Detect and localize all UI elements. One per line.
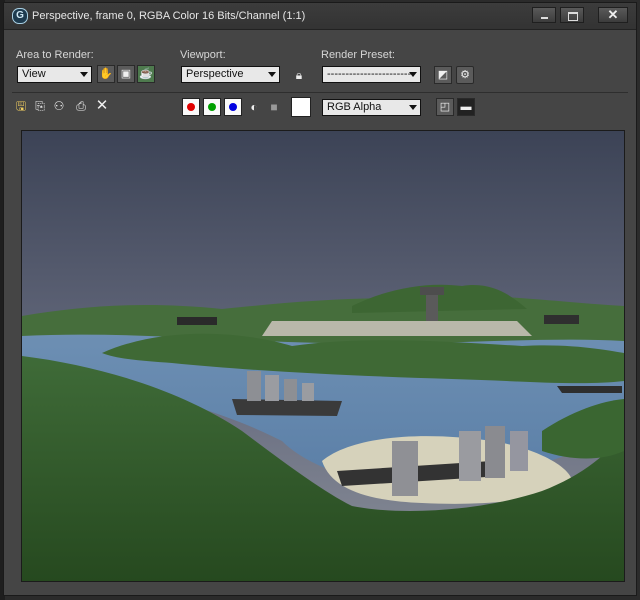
gear-icon: ⚙ [460, 69, 470, 81]
copy-image-button[interactable]: ⎘ [32, 98, 48, 114]
control-tower [426, 291, 438, 321]
clear-button[interactable]: ✕ [94, 98, 110, 114]
chevron-down-icon [80, 72, 88, 77]
app-logo-icon: G [12, 8, 28, 24]
blue-dot-icon [229, 103, 237, 111]
copy-icon: ⎘ [35, 99, 45, 113]
clear-x-icon: ✕ [95, 97, 109, 114]
clone-icon: ⚇ [53, 99, 65, 113]
ship-left [232, 399, 342, 416]
render-region-button[interactable]: ☕ [137, 65, 155, 83]
lock-viewport-button[interactable]: 🔒︎ [291, 67, 307, 83]
alpha-channel-button[interactable]: ◐ [246, 99, 262, 115]
maximize-button[interactable] [560, 7, 584, 23]
hand-icon: ✋ [99, 68, 113, 80]
rendered-scene [22, 131, 624, 581]
ship-right [557, 386, 622, 393]
ship-left-tower-2 [265, 375, 279, 401]
chevron-down-icon [409, 72, 417, 77]
toggle-ui-button[interactable]: ▬ [457, 98, 475, 116]
print-icon: ⎙ [76, 99, 86, 113]
blue-channel-toggle[interactable] [224, 98, 242, 116]
teapot-icon: ☕ [139, 68, 153, 80]
save-icon: 🖫︎ [15, 99, 27, 113]
viewport-value: Perspective [186, 68, 244, 80]
red-channel-toggle[interactable] [182, 98, 200, 116]
right-bunker [544, 315, 579, 324]
toggle-ui-overlay-button[interactable]: ◰ [436, 98, 454, 116]
area-to-render-value: View [22, 68, 46, 80]
green-dot-icon [208, 103, 216, 111]
lock-icon: 🔒︎ [295, 68, 303, 82]
viewport-dropdown[interactable]: Perspective [181, 66, 280, 83]
close-button[interactable]: ✕ [598, 7, 628, 23]
display-channel-dropdown[interactable]: RGB Alpha [322, 99, 421, 116]
save-image-button[interactable]: 🖫︎ [13, 98, 29, 114]
ship-left-tower-4 [302, 383, 314, 401]
front-tower-2 [459, 431, 481, 481]
window-title: Perspective, frame 0, RGBA Color 16 Bits… [32, 10, 306, 22]
clone-window-button[interactable]: ⚇ [51, 98, 67, 114]
front-tower-4 [510, 431, 528, 471]
front-tower-3 [485, 426, 505, 478]
far-bunker [177, 317, 217, 325]
viewport-label: Viewport: [180, 49, 226, 61]
title-bar[interactable]: G Perspective, frame 0, RGBA Color 16 Bi… [4, 3, 636, 30]
close-icon: ✕ [607, 7, 619, 22]
render-preset-value: ------------------------ [327, 68, 415, 80]
ship-left-tower-3 [284, 379, 297, 401]
print-image-button[interactable]: ⎙ [73, 98, 89, 114]
render-preset-dropdown[interactable]: ------------------------ [322, 66, 421, 83]
render-preset-label: Render Preset: [321, 49, 395, 61]
background-color-swatch[interactable] [291, 97, 311, 117]
minimize-button[interactable] [532, 7, 556, 23]
monochrome-button[interactable]: ■ [266, 99, 282, 115]
edit-region-button[interactable]: ✋ [97, 65, 115, 83]
area-to-render-label: Area to Render: [16, 49, 94, 61]
chevron-down-icon [268, 72, 276, 77]
red-dot-icon [187, 103, 195, 111]
auto-region-button[interactable]: ▣ [117, 65, 135, 83]
area-to-render-dropdown[interactable]: View [17, 66, 92, 83]
front-tower-1 [392, 441, 418, 496]
region-select-icon: ▣ [120, 68, 132, 80]
airstrip [262, 321, 532, 336]
display-channel-value: RGB Alpha [327, 101, 382, 113]
square-icon: ■ [270, 100, 278, 114]
window-icon: ◰ [439, 101, 451, 113]
half-circle-icon: ◐ [250, 100, 258, 114]
chevron-down-icon [409, 105, 417, 110]
render-setup-button[interactable]: ◩ [434, 66, 452, 84]
rendered-frame-window: G Perspective, frame 0, RGBA Color 16 Bi… [3, 2, 637, 596]
minimize-icon [541, 17, 548, 19]
panel-icon: ▬ [460, 101, 472, 113]
green-channel-toggle[interactable] [203, 98, 221, 116]
maximize-icon [568, 12, 578, 21]
ship-left-tower-1 [247, 371, 261, 401]
tower-top [420, 287, 444, 295]
environment-button[interactable]: ⚙ [456, 66, 474, 84]
toolbar-divider [12, 92, 628, 93]
render-setup-icon: ◩ [437, 69, 449, 81]
rendered-image-viewport[interactable] [21, 130, 625, 582]
